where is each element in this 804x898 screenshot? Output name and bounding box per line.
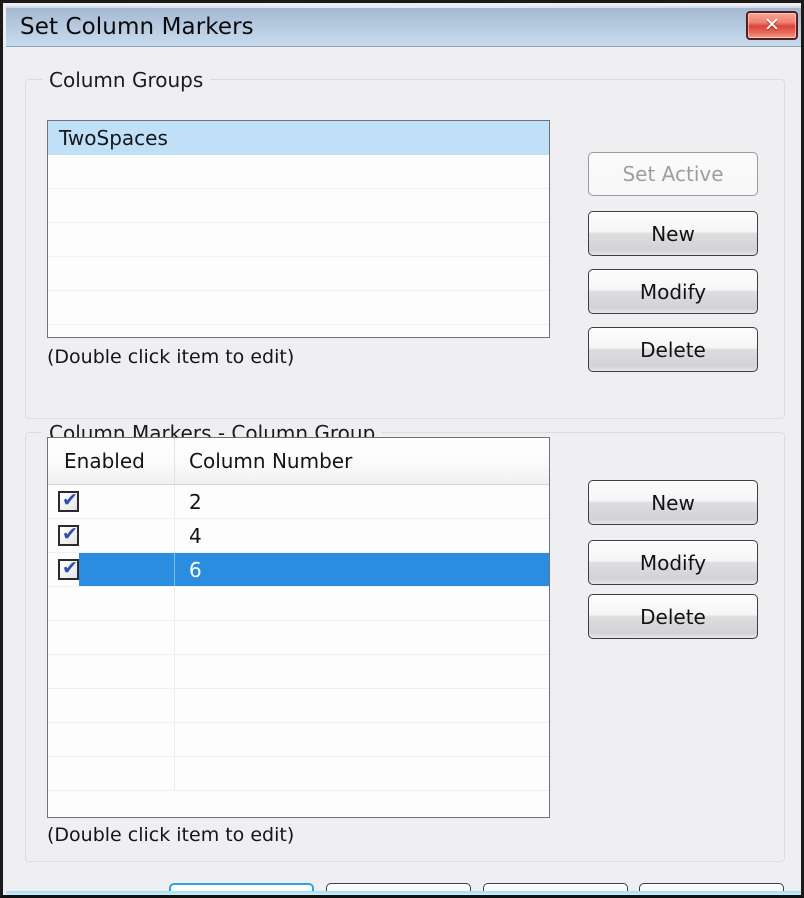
enabled-checkbox[interactable]: ✔: [58, 557, 79, 580]
table-cell-enabled: [48, 723, 175, 756]
table-cell-column-number: [175, 757, 549, 790]
title-bar[interactable]: Set Column Markers ✕: [6, 6, 801, 47]
checkmark-icon: ✔: [62, 523, 78, 545]
checkmark-icon: ✔: [62, 557, 78, 579]
table-row[interactable]: ✔ 4: [48, 519, 549, 553]
table-cell-column-number: [175, 587, 549, 620]
table-header-enabled[interactable]: Enabled: [48, 438, 175, 484]
window-title: Set Column Markers: [20, 14, 254, 40]
set-column-markers-dialog: Set Column Markers ✕ Column Groups TwoSp…: [0, 0, 804, 898]
marker-new-button[interactable]: New: [588, 480, 758, 525]
table-row[interactable]: ✔ 2: [48, 485, 549, 519]
set-active-button[interactable]: Set Active: [588, 152, 758, 196]
table-cell-enabled: ✔: [48, 485, 175, 518]
table-cell-column-number: [175, 723, 549, 756]
table-cell-column-number: 4: [189, 523, 202, 548]
title-bar-highlight: [6, 6, 801, 8]
marker-delete-button[interactable]: Delete: [588, 594, 758, 639]
group-modify-button-label: Modify: [639, 279, 707, 304]
table-header-row: Enabled Column Number: [48, 438, 549, 485]
table-cell-enabled: [48, 587, 175, 620]
close-icon[interactable]: ✕: [746, 11, 798, 40]
marker-modify-button-label: Modify: [639, 550, 707, 575]
table-cell-enabled: [48, 655, 175, 688]
table-cell-column-number: 6: [175, 553, 549, 586]
list-item-empty[interactable]: [48, 223, 549, 257]
window-bottom-glow: [6, 891, 801, 895]
table-cell-column-number: 2: [189, 489, 202, 514]
table-cell-enabled: ✔: [48, 553, 175, 586]
group-new-button-label: New: [651, 221, 695, 246]
column-groups-title: Column Groups: [42, 68, 211, 92]
group-new-button[interactable]: New: [588, 211, 758, 256]
marker-delete-button-label: Delete: [640, 604, 706, 629]
table-cell-enabled: [48, 621, 175, 654]
list-item-label: TwoSpaces: [59, 126, 168, 150]
table-cell-column-number: [175, 689, 549, 722]
table-header-column-number[interactable]: Column Number: [175, 438, 549, 484]
enabled-checkbox[interactable]: ✔: [58, 489, 79, 512]
table-cell-enabled: [48, 757, 175, 790]
list-item-empty[interactable]: [48, 155, 549, 189]
group-modify-button[interactable]: Modify: [588, 269, 758, 314]
marker-modify-button[interactable]: Modify: [588, 540, 758, 585]
list-item-empty[interactable]: [48, 189, 549, 223]
client-area: Column Groups TwoSpaces (Double click it…: [6, 47, 801, 895]
table-row[interactable]: ✔ 6: [48, 553, 549, 587]
table-cell-enabled: [48, 689, 175, 722]
column-groups-hint: (Double click item to edit): [47, 346, 295, 368]
checkmark-icon: ✔: [62, 489, 78, 511]
set-active-button-label: Set Active: [622, 162, 724, 186]
list-item[interactable]: TwoSpaces: [48, 121, 549, 155]
table-row-empty[interactable]: [48, 621, 549, 655]
close-x-glyph: ✕: [764, 14, 780, 36]
enabled-checkbox[interactable]: ✔: [58, 523, 79, 546]
column-markers-table[interactable]: Enabled Column Number ✔ 2 ✔ 4 ✔ 6: [47, 437, 550, 818]
table-row-empty[interactable]: [48, 723, 549, 757]
table-cell-column-number: [175, 621, 549, 654]
table-cell-column-number: [175, 655, 549, 688]
table-row-empty[interactable]: [48, 587, 549, 621]
table-cell-enabled: ✔: [48, 519, 175, 552]
marker-new-button-label: New: [651, 490, 695, 515]
table-row-empty[interactable]: [48, 689, 549, 723]
list-item-empty[interactable]: [48, 257, 549, 291]
table-row-empty[interactable]: [48, 757, 549, 791]
group-delete-button[interactable]: Delete: [588, 327, 758, 372]
column-markers-hint: (Double click item to edit): [47, 824, 295, 846]
list-item-empty[interactable]: [48, 291, 549, 325]
group-delete-button-label: Delete: [640, 337, 706, 362]
column-groups-listbox[interactable]: TwoSpaces: [47, 120, 550, 338]
table-row-empty[interactable]: [48, 655, 549, 689]
